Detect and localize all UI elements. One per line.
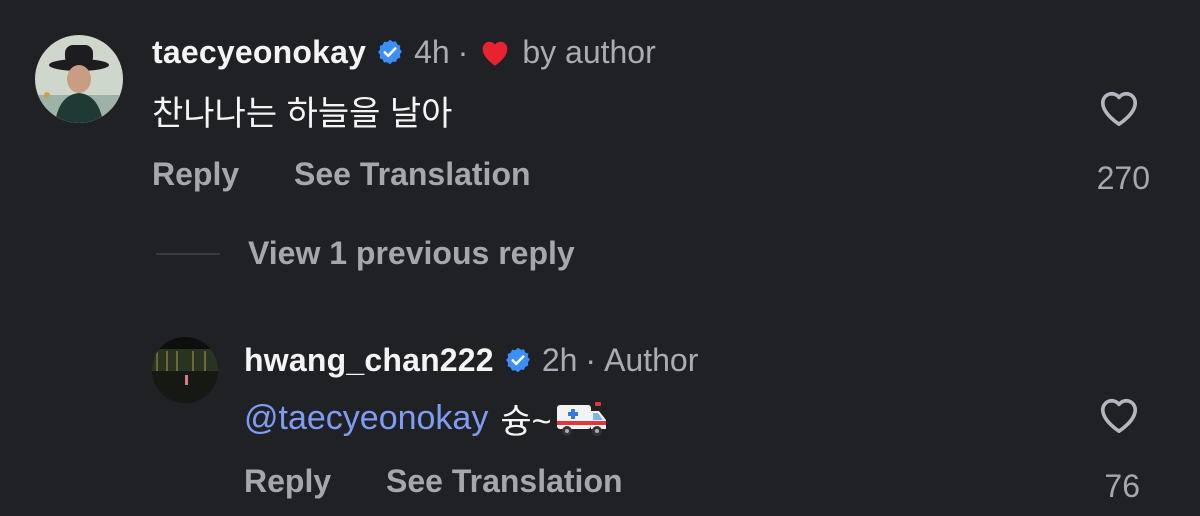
timestamp: 2h xyxy=(541,341,578,378)
comment-text: 찬나나는 하늘을 날아 xyxy=(152,95,453,133)
heart-outline-icon xyxy=(1100,91,1138,126)
reply-text-row: @taecyeonokay 슝~ xyxy=(244,394,609,443)
comment-header: taecyeonokay 4h · by author xyxy=(152,30,656,74)
ambulance-emoji-icon xyxy=(555,399,609,439)
comments-thread: taecyeonokay 4h · by author 찬나나는 하늘을 날아 … xyxy=(0,0,1200,516)
like-count: 76 xyxy=(1104,468,1140,504)
separator-dot: · xyxy=(585,341,597,378)
reply-button[interactable]: Reply xyxy=(244,463,331,500)
profile-photo-icon xyxy=(35,35,123,123)
replies-divider xyxy=(156,253,220,255)
reply-text: 슝~ xyxy=(500,403,552,441)
liked-by-author-label: by author xyxy=(522,33,656,70)
liked-by-author-heart-icon xyxy=(478,37,512,67)
avatar-taecyeonokay[interactable] xyxy=(35,35,123,123)
separator-dot: · xyxy=(457,33,469,70)
like-count: 270 xyxy=(1096,160,1150,196)
see-translation-button[interactable]: See Translation xyxy=(294,156,531,193)
profile-photo-icon xyxy=(152,337,218,403)
username[interactable]: taecyeonokay xyxy=(152,34,366,71)
timestamp: 4h xyxy=(414,33,450,70)
like-button[interactable] xyxy=(1096,86,1142,128)
verified-badge-icon xyxy=(504,346,532,374)
author-tag: Author xyxy=(604,341,699,378)
like-button[interactable] xyxy=(1096,393,1142,435)
avatar-hwang-chan222[interactable] xyxy=(152,337,218,403)
reply-header: hwang_chan222 2h · Author xyxy=(244,338,698,382)
heart-outline-icon xyxy=(1100,398,1138,433)
verified-badge-icon xyxy=(376,38,404,66)
see-translation-button[interactable]: See Translation xyxy=(386,463,623,500)
reply-button[interactable]: Reply xyxy=(152,156,239,193)
view-previous-replies-button[interactable]: View 1 previous reply xyxy=(248,235,575,272)
mention-link[interactable]: @taecyeonokay xyxy=(244,399,488,438)
username[interactable]: hwang_chan222 xyxy=(244,342,494,379)
